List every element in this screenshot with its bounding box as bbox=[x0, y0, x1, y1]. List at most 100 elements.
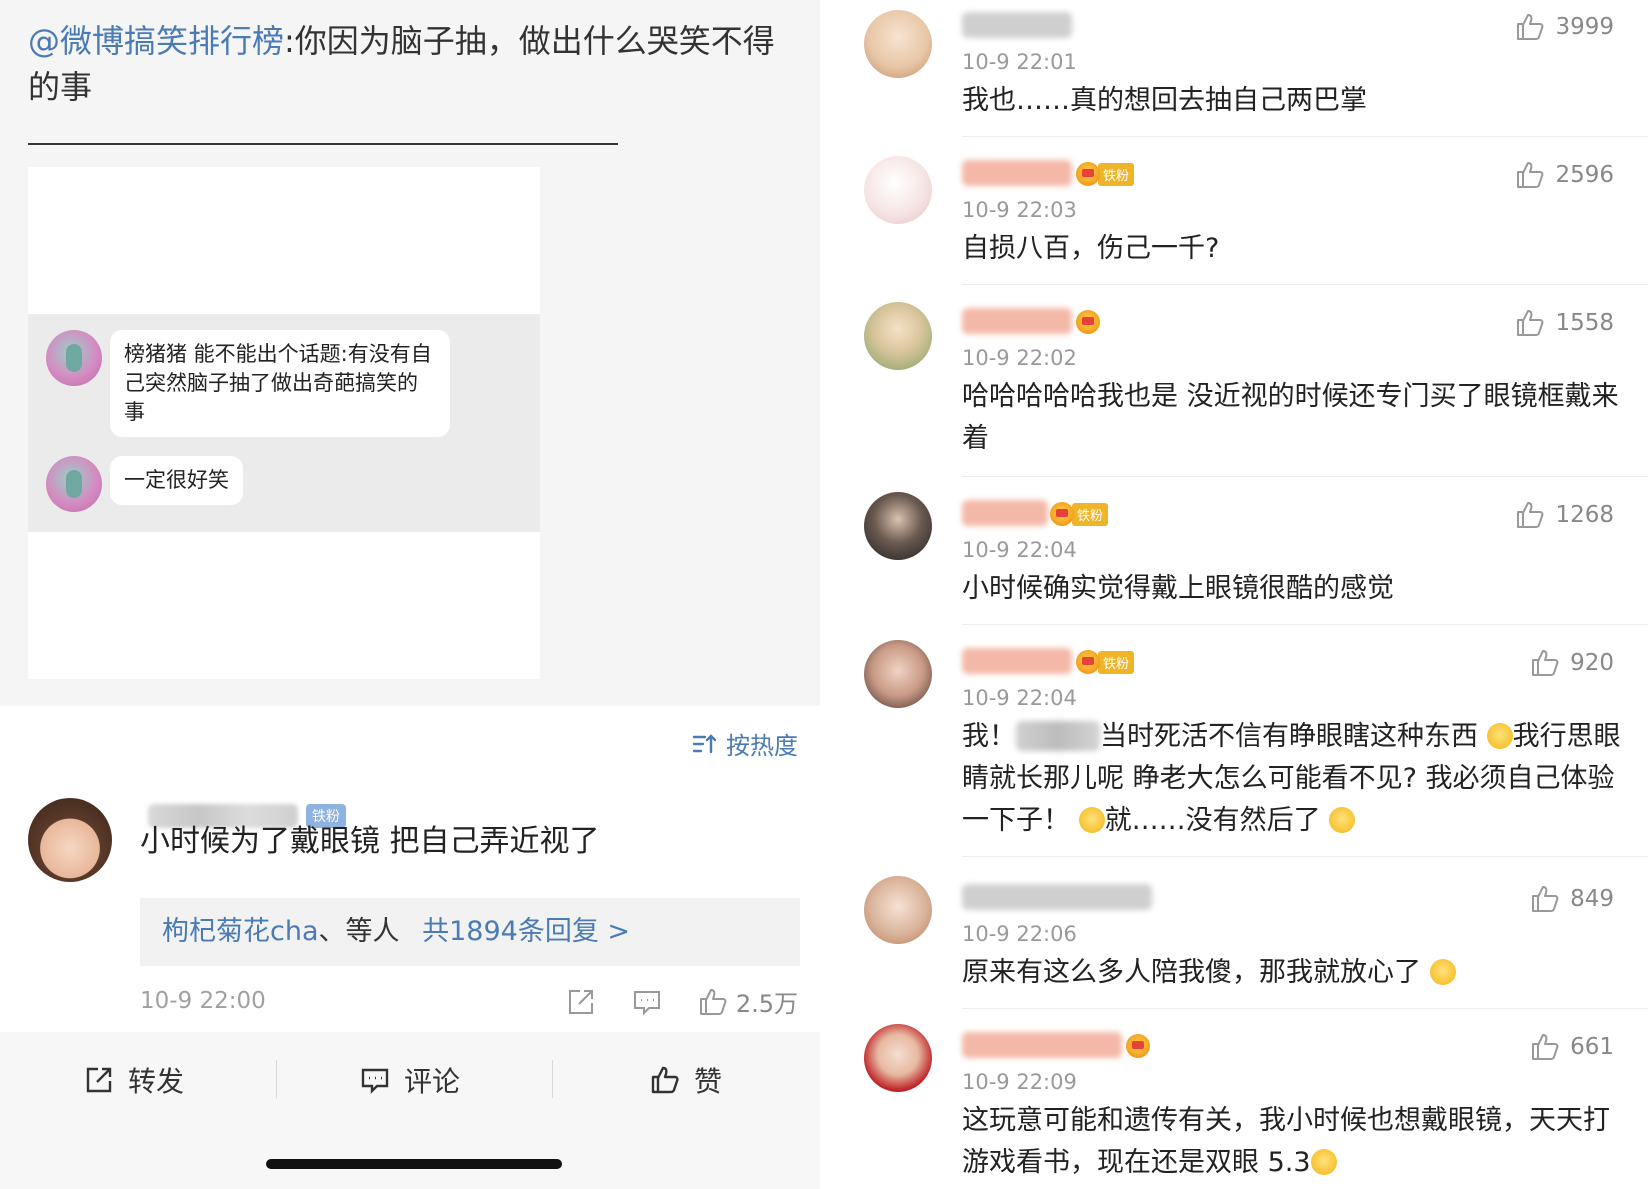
repost-button[interactable]: 转发 bbox=[84, 1060, 184, 1100]
reply-like-count: 1558 bbox=[1555, 310, 1614, 336]
reply-name-blurred[interactable] bbox=[962, 884, 1152, 910]
reply-like[interactable]: 2596 bbox=[1515, 160, 1614, 190]
reply-summary[interactable]: 枸杞菊花cha、等人 共1894条回复 > bbox=[140, 898, 800, 966]
crown-icon bbox=[1076, 650, 1100, 674]
reply-like-count: 3999 bbox=[1555, 14, 1614, 40]
reply-text-part: 我！ bbox=[962, 721, 1016, 752]
fan-badge: 铁粉 bbox=[1076, 650, 1135, 674]
reply-time: 10-9 22:09 bbox=[962, 1070, 1077, 1094]
reply-like-count: 849 bbox=[1570, 886, 1614, 912]
crown-icon bbox=[1076, 310, 1100, 334]
reply-avatar[interactable] bbox=[864, 302, 932, 370]
repost-label: 转发 bbox=[128, 1065, 185, 1098]
comment-icon[interactable] bbox=[632, 987, 662, 1017]
reply-name-blurred[interactable] bbox=[962, 1032, 1122, 1058]
bar-separator bbox=[552, 1060, 553, 1098]
like-icon[interactable] bbox=[1530, 884, 1560, 914]
bottom-action-bar: 转发 评论 赞 bbox=[0, 1032, 820, 1189]
reply-avatar[interactable] bbox=[864, 876, 932, 944]
reply-avatar[interactable] bbox=[864, 10, 932, 78]
chat-avatar bbox=[46, 456, 102, 512]
reply-like[interactable]: 849 bbox=[1530, 884, 1614, 914]
reply-avatar[interactable] bbox=[864, 156, 932, 224]
reply-text-part: 这玩意可能和遗传有关，我小时候也想戴眼镜，天天打游戏看书，现在还是双眼 5.3 bbox=[962, 1105, 1610, 1178]
reply-like[interactable]: 920 bbox=[1530, 648, 1614, 678]
reply-separator bbox=[962, 476, 1648, 477]
like-icon[interactable] bbox=[1515, 160, 1545, 190]
fan-badge bbox=[1126, 1034, 1150, 1058]
commenter-avatar[interactable] bbox=[28, 798, 112, 882]
reply-mid: 、等人 bbox=[318, 916, 400, 947]
like-icon[interactable] bbox=[1515, 12, 1545, 42]
reply-avatar[interactable] bbox=[864, 640, 932, 708]
crown-icon bbox=[1050, 502, 1074, 526]
comment-area: 按热度 铁粉 小时候为了戴眼镜 把自己弄近视了 枸杞菊花cha、等人 共1894… bbox=[0, 706, 820, 1032]
like-icon[interactable] bbox=[1515, 500, 1545, 530]
reply-name-blurred[interactable] bbox=[962, 648, 1072, 674]
reply-like[interactable]: 1558 bbox=[1515, 308, 1614, 338]
like-label: 赞 bbox=[694, 1065, 723, 1098]
reply-text: 我！ 当时死活不信有睁眼瞎这种东西 我行思眼睛就长那儿呢 睁老大怎么可能看不见? … bbox=[962, 716, 1622, 842]
reply-name-blurred[interactable] bbox=[962, 308, 1072, 334]
laugh-emoji-icon bbox=[1310, 1149, 1337, 1175]
post-title: @微博搞笑排行榜:你因为脑子抽，做出什么哭笑不得的事 bbox=[28, 18, 798, 110]
chat-bubble: 一定很好笑 bbox=[110, 456, 243, 505]
like-icon[interactable] bbox=[1515, 308, 1545, 338]
chat-avatar bbox=[46, 330, 102, 386]
reply-separator bbox=[962, 856, 1648, 857]
reply-names[interactable]: 枸杞菊花cha bbox=[162, 916, 319, 947]
smile-emoji-icon bbox=[1078, 807, 1105, 833]
home-indicator[interactable] bbox=[266, 1159, 562, 1169]
reply-like[interactable]: 3999 bbox=[1515, 12, 1614, 42]
comment-button[interactable]: 评论 bbox=[360, 1060, 460, 1100]
reply-text: 我也……真的想回去抽自己两巴掌 bbox=[962, 85, 1367, 116]
doge-emoji-icon bbox=[1429, 959, 1456, 985]
reply-avatar[interactable] bbox=[864, 1024, 932, 1092]
like-group[interactable]: 2.5万 bbox=[698, 984, 798, 1019]
like-button[interactable]: 赞 bbox=[650, 1060, 722, 1100]
reply-text: 哈哈哈哈哈我也是 没近视的时候还专门买了眼镜框戴来着 bbox=[962, 381, 1619, 454]
bar-separator bbox=[276, 1060, 277, 1098]
reply-separator bbox=[962, 1008, 1648, 1009]
like-icon[interactable] bbox=[1530, 1032, 1560, 1062]
reply-time: 10-9 22:03 bbox=[962, 198, 1077, 222]
fan-badge-label: 铁粉 bbox=[1098, 650, 1135, 674]
reply-time: 10-9 22:04 bbox=[962, 686, 1077, 710]
comment-text: 小时候为了戴眼镜 把自己弄近视了 bbox=[140, 824, 600, 859]
reply-like-count: 2596 bbox=[1555, 162, 1614, 188]
reply-text: 小时候确实觉得戴上眼镜很酷的感觉 bbox=[962, 573, 1394, 604]
reply-name-blurred[interactable] bbox=[962, 12, 1072, 38]
chat-bubble: 榜猪猪 能不能出个话题:有没有自己突然脑子抽了做出奇葩搞笑的事 bbox=[110, 330, 450, 437]
replies-panel: 10-9 22:01 我也……真的想回去抽自己两巴掌 3999 铁粉 10-9 … bbox=[820, 0, 1648, 1189]
reply-avatar[interactable] bbox=[864, 492, 932, 560]
reply-name-blurred[interactable] bbox=[962, 500, 1048, 526]
reply-time: 10-9 22:04 bbox=[962, 538, 1077, 562]
comment-label: 评论 bbox=[404, 1065, 461, 1098]
crown-icon bbox=[1126, 1034, 1150, 1058]
comment-icon bbox=[361, 1068, 389, 1094]
reply-name-blurred[interactable] bbox=[962, 160, 1072, 186]
post-panel: @微博搞笑排行榜:你因为脑子抽，做出什么哭笑不得的事 榜猪猪 能不能出个话题:有… bbox=[0, 0, 820, 1189]
blurred-mention bbox=[1016, 721, 1100, 751]
mention-link[interactable]: @微博搞笑排行榜 bbox=[28, 22, 284, 60]
smile-emoji-icon bbox=[1486, 723, 1513, 749]
reply-text-part: 原来有这么多人陪我傻，那我就放心了 bbox=[962, 957, 1421, 988]
sort-label: 按热度 bbox=[726, 732, 798, 760]
like-icon bbox=[651, 1066, 679, 1094]
reply-text-part: 当时死活不信有睁眼瞎这种东西 bbox=[1100, 721, 1478, 752]
share-icon[interactable] bbox=[566, 987, 596, 1017]
reply-like-count: 1268 bbox=[1555, 502, 1614, 528]
reply-like-count: 661 bbox=[1570, 1034, 1614, 1060]
reply-like[interactable]: 1268 bbox=[1515, 500, 1614, 530]
fan-badge-label: 铁粉 bbox=[1098, 162, 1135, 186]
sort-button[interactable]: 按热度 bbox=[692, 726, 798, 761]
reply-text: 原来有这么多人陪我傻，那我就放心了 bbox=[962, 952, 1622, 994]
like-icon[interactable] bbox=[1530, 648, 1560, 678]
reply-like[interactable]: 661 bbox=[1530, 1032, 1614, 1062]
comment-time: 10-9 22:00 bbox=[140, 988, 266, 1014]
reply-time: 10-9 22:01 bbox=[962, 50, 1077, 74]
reply-count-link[interactable]: 共1894条回复 > bbox=[422, 916, 630, 947]
like-icon[interactable] bbox=[698, 987, 728, 1017]
fan-badge: 铁粉 bbox=[1076, 162, 1135, 186]
chat-screenshot-image[interactable]: 榜猪猪 能不能出个话题:有没有自己突然脑子抽了做出奇葩搞笑的事 一定很好笑 bbox=[28, 167, 540, 679]
